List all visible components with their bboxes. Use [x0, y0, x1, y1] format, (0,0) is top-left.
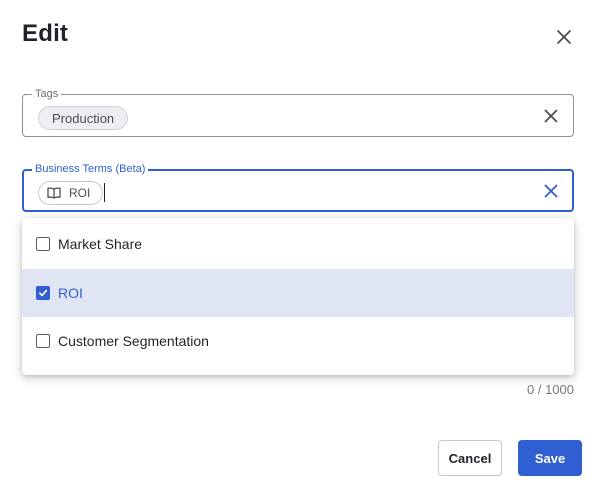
- term-chip-label: ROI: [69, 186, 91, 200]
- clear-icon: [544, 184, 558, 198]
- option-market-share[interactable]: Market Share: [22, 220, 574, 268]
- check-icon: [38, 289, 48, 297]
- tag-chip[interactable]: Production: [38, 106, 129, 130]
- tags-field[interactable]: Tags Production: [22, 87, 574, 137]
- tags-clear-button[interactable]: [541, 106, 561, 126]
- character-counter: 0 / 1000: [527, 382, 574, 397]
- clear-icon: [544, 109, 558, 123]
- option-customer-segmentation[interactable]: Customer Segmentation: [22, 317, 574, 365]
- checkbox[interactable]: [36, 237, 50, 251]
- option-roi[interactable]: ROI: [22, 269, 574, 317]
- dialog-title: Edit: [22, 20, 69, 47]
- close-icon: [557, 30, 571, 44]
- business-terms-label: Business Terms (Beta): [32, 162, 149, 176]
- cancel-button[interactable]: Cancel: [438, 440, 502, 476]
- close-button[interactable]: [551, 24, 577, 50]
- tag-chip-label: Production: [52, 110, 115, 126]
- business-terms-dropdown: Market Share ROI Customer Segmentation: [22, 218, 574, 375]
- save-button[interactable]: Save: [518, 440, 582, 476]
- checkbox[interactable]: [36, 334, 50, 348]
- option-label: Customer Segmentation: [58, 333, 209, 349]
- book-icon: [47, 187, 61, 199]
- business-terms-clear-button[interactable]: [541, 181, 561, 201]
- term-chip[interactable]: ROI: [38, 181, 104, 205]
- checkbox-checked[interactable]: [36, 286, 50, 300]
- option-label: ROI: [58, 285, 83, 301]
- tags-label: Tags: [32, 87, 62, 101]
- option-label: Market Share: [58, 236, 143, 252]
- business-terms-field[interactable]: Business Terms (Beta) ROI: [22, 162, 574, 212]
- text-caret: [104, 183, 105, 202]
